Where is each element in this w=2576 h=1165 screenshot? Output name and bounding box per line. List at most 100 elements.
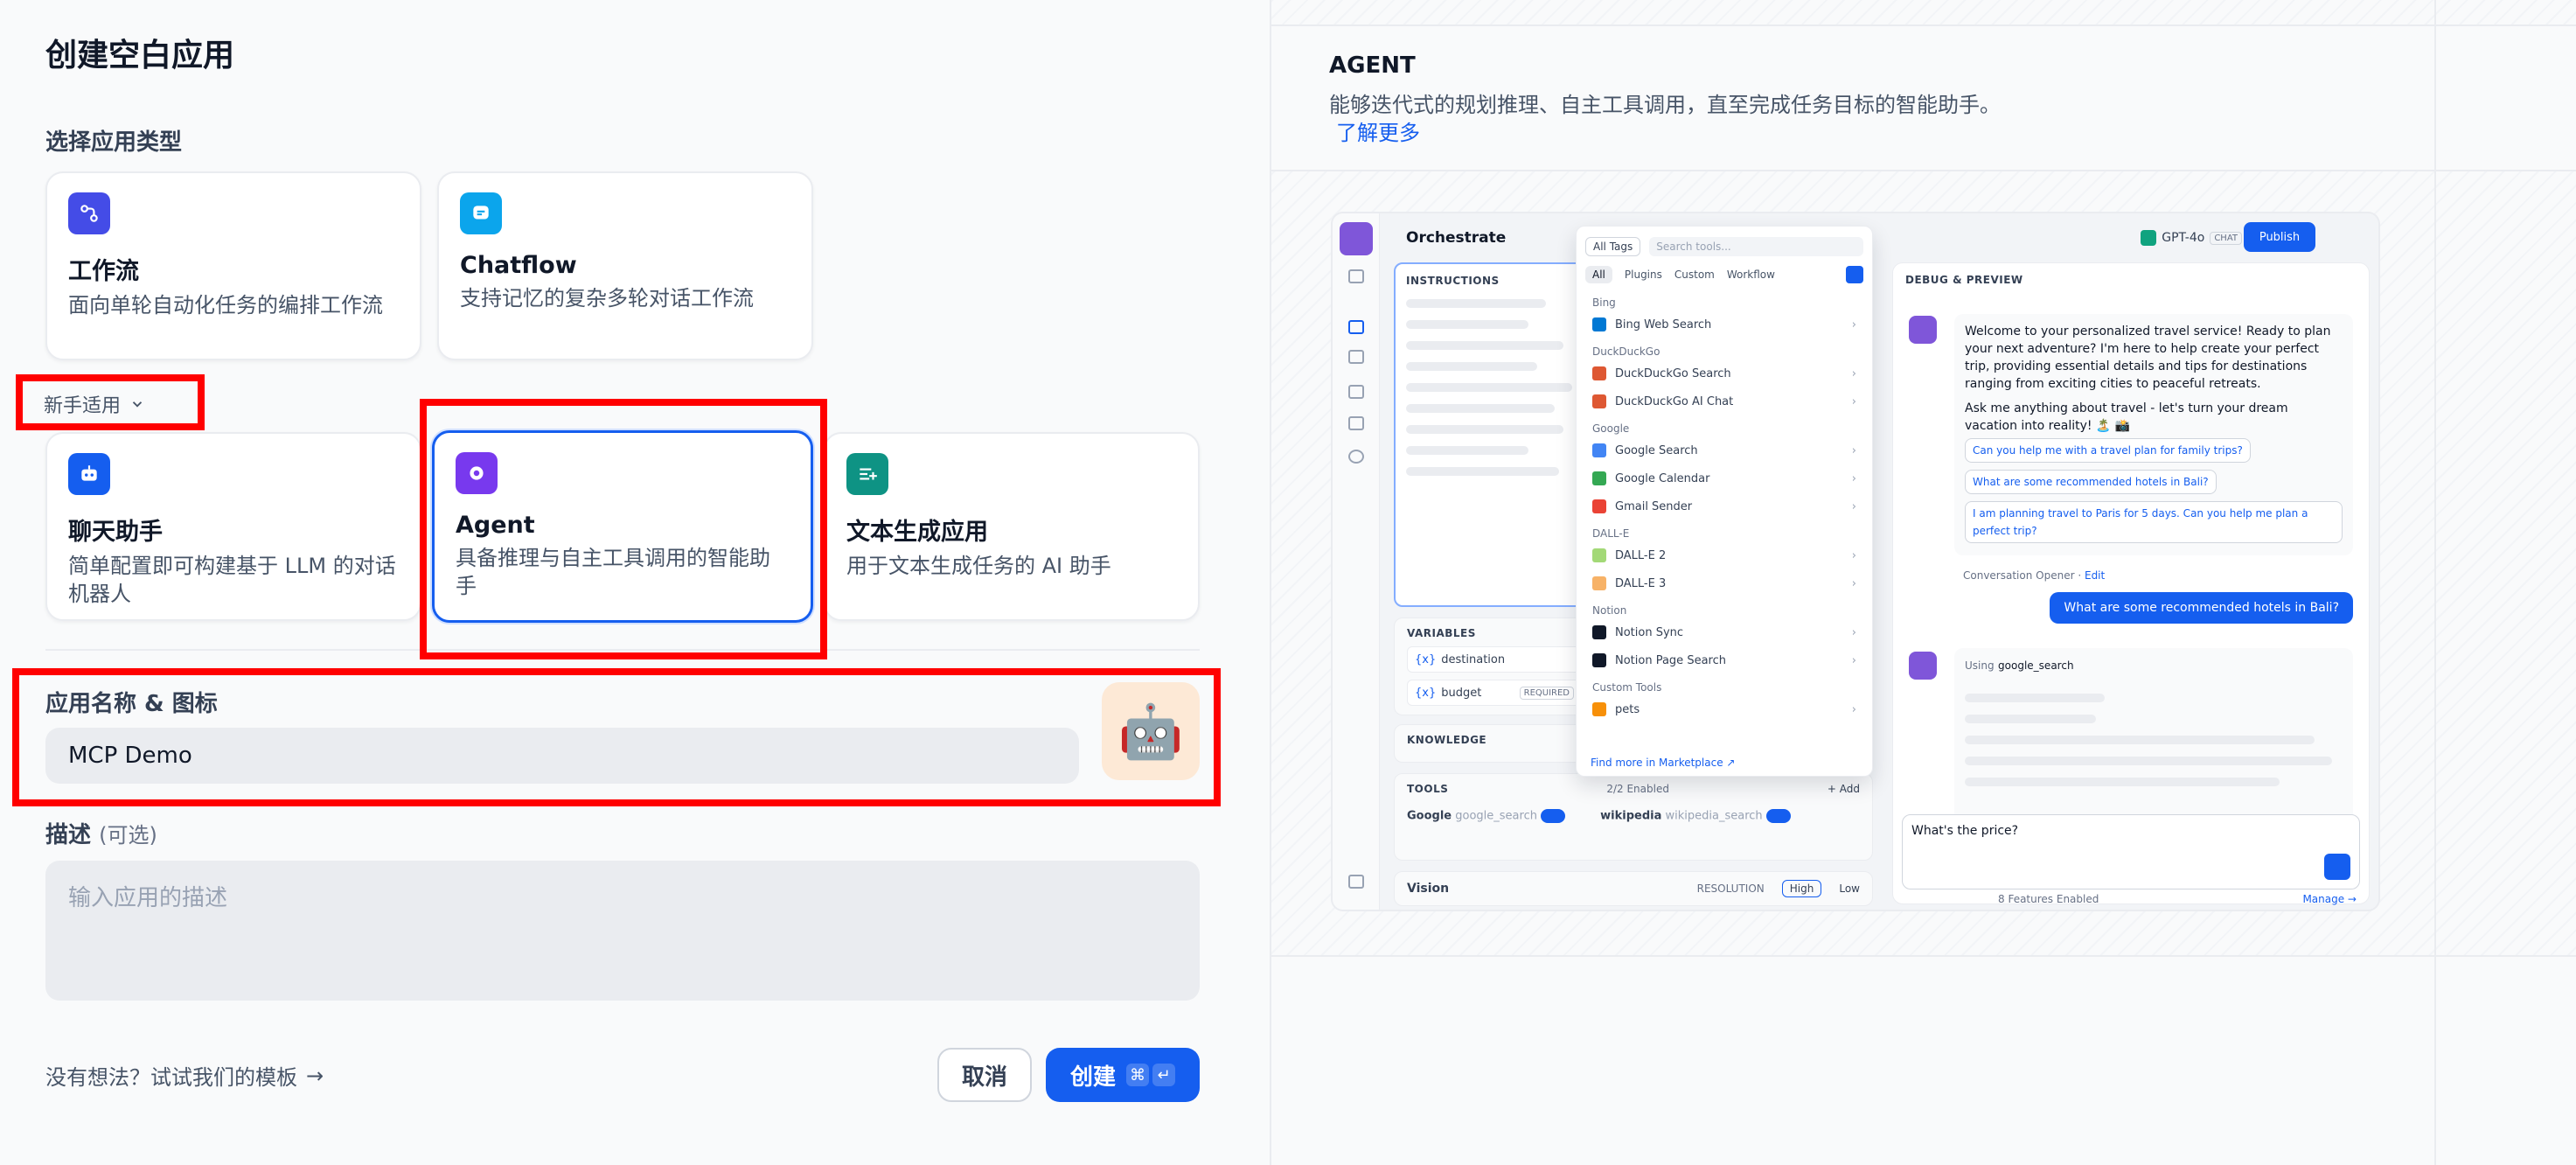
template-link[interactable]: 没有想法？试试我们的模板 →	[45, 1060, 324, 1091]
tool-item: Notion Sync ›	[1585, 618, 1863, 646]
app-type-card-text-generator[interactable]: 文本生成应用 用于文本生成任务的 AI 助手	[824, 432, 1200, 621]
chevron-right-icon: ›	[1851, 394, 1856, 408]
tool-logo-icon	[1592, 366, 1606, 380]
orchestrate-icon	[1348, 320, 1364, 334]
debug-preview-panel: DEBUG & PREVIEW Welcome to your personal…	[1892, 262, 2370, 905]
tool-id: wikipedia_search	[1665, 809, 1763, 823]
tags-filter: All Tags	[1585, 237, 1641, 256]
optional-hint: (可选)	[99, 823, 157, 848]
openai-icon	[2141, 230, 2157, 246]
tool-item: DuckDuckGo AI Chat ›	[1585, 387, 1863, 415]
tool-item: DuckDuckGo Search ›	[1585, 359, 1863, 387]
resolution-label: RESOLUTION	[1696, 882, 1765, 895]
tool-name: wikipedia	[1600, 809, 1662, 823]
tool-logo-icon	[1592, 394, 1606, 408]
cmd-key-icon: ⌘	[1126, 1064, 1149, 1086]
model-name: GPT-4o	[2162, 231, 2205, 245]
card-desc: 具备推理与自主工具调用的智能助手	[456, 546, 770, 598]
chevron-right-icon: ›	[1851, 625, 1856, 639]
low-option: Low	[1839, 882, 1860, 895]
page-title: 创建空白应用	[45, 38, 235, 73]
card-title: 工作流	[68, 258, 139, 285]
description-title: 描述	[45, 822, 92, 848]
tool-item-label: Notion Sync	[1615, 625, 1684, 639]
chevron-right-icon: ›	[1851, 443, 1856, 457]
bot-message: Welcome to your personalized travel serv…	[1954, 314, 2353, 555]
app-type-card-agent[interactable]: Agent 具备推理与自主工具调用的智能助手	[432, 430, 813, 623]
tool-logo-icon	[1592, 576, 1606, 590]
suggestion: Can you help me with a travel plan for f…	[1965, 438, 2251, 463]
tools-section: TOOLS 2/2 Enabled + Add Google google_se…	[1394, 773, 1873, 861]
agent-preview-screenshot: Orchestrate GPT-4o CHAT Publish INSTRUCT…	[1331, 212, 2380, 911]
card-desc: 简单配置即可构建基于 LLM 的对话机器人	[68, 554, 396, 606]
publish-button: Publish	[2244, 222, 2315, 252]
card-title: Chatflow	[460, 252, 577, 279]
tool-item: pets ›	[1585, 695, 1863, 723]
vision-section: Vision RESOLUTION High Low	[1394, 871, 1873, 906]
app-name-label: 应用名称 & 图标	[45, 691, 218, 717]
card-title: 文本生成应用	[846, 519, 988, 546]
tool-item-label: DALL-E 2	[1615, 548, 1667, 562]
tool-item-label: Gmail Sender	[1615, 499, 1693, 513]
terminal-icon	[1348, 350, 1364, 364]
tool-item: Bing Web Search ›	[1585, 310, 1863, 338]
robot-avatar-icon: 🤖	[1117, 701, 1184, 763]
chat-input: What's the price?	[1902, 814, 2360, 889]
app-type-card-chatflow[interactable]: Chatflow 支持记忆的复杂多轮对话工作流	[437, 171, 813, 360]
chevron-right-icon: ›	[1851, 471, 1856, 485]
tool-item: Gmail Sender ›	[1585, 492, 1863, 520]
description-label: 描述 (可选)	[45, 817, 157, 849]
tab-plugins: Plugins	[1624, 269, 1662, 281]
chevron-right-icon: ›	[1851, 548, 1856, 562]
agent-icon	[456, 452, 498, 494]
tool-item-label: DuckDuckGo AI Chat	[1615, 394, 1734, 408]
user-message: What are some recommended hotels in Bali…	[2050, 592, 2353, 624]
required-chip: REQUIRED	[1519, 686, 1574, 700]
chat-bot-icon	[68, 453, 110, 495]
tool-item-label: Google Search	[1615, 443, 1698, 457]
tool-id: google_search	[1455, 809, 1537, 823]
app-icon-picker[interactable]: 🤖	[1102, 682, 1200, 780]
tool-name: Google	[1407, 809, 1452, 823]
robot-logo-icon	[1340, 222, 1373, 255]
chatflow-icon	[460, 192, 502, 234]
bot-avatar-icon	[1909, 316, 1937, 344]
app-name-input[interactable]: MCP Demo	[45, 728, 1079, 784]
tool-item-label: DuckDuckGo Search	[1615, 366, 1731, 380]
tool-item: Notion Page Search ›	[1585, 646, 1863, 674]
chevron-down-icon	[132, 401, 143, 408]
using-label: Using	[1965, 659, 1995, 672]
marketplace-link: Find more in Marketplace ↗	[1591, 757, 1736, 769]
description-textarea[interactable]: 输入应用的描述	[45, 861, 1200, 1001]
card-title: 聊天助手	[68, 519, 163, 546]
opener-label: Conversation Opener	[1963, 569, 2075, 582]
learn-more-link[interactable]: 了解更多	[1336, 115, 1420, 146]
variable-row: {x} destination	[1407, 646, 1582, 673]
divider	[45, 649, 1200, 651]
tool-item: Google Search ›	[1585, 436, 1863, 464]
beginner-toggle[interactable]: 新手适用	[44, 390, 145, 418]
cancel-button[interactable]: 取消	[937, 1048, 1032, 1102]
create-label: 创建	[1069, 1064, 1116, 1091]
grid-line	[2434, 0, 2436, 1165]
app-type-card-chatbot[interactable]: 聊天助手 简单配置即可构建基于 LLM 的对话机器人	[45, 432, 421, 621]
suggestion: I am planning travel to Paris for 5 days…	[1965, 501, 2343, 543]
toggle-icon	[1765, 809, 1791, 823]
tool-group-label: DALL-E	[1592, 527, 1630, 540]
welcome-text: Welcome to your personalized travel serv…	[1965, 324, 2331, 391]
template-link-text: 没有想法？试试我们的模板	[45, 1065, 297, 1090]
create-button[interactable]: 创建 ⌘ ↵	[1046, 1048, 1200, 1102]
tool-item-label: Bing Web Search	[1615, 317, 1712, 331]
ask-text: Ask me anything about travel - let's tur…	[1965, 401, 2288, 433]
chevron-right-icon: ›	[1851, 499, 1856, 513]
opener-row: Conversation Opener · Edit	[1963, 569, 2106, 582]
enter-key-icon: ↵	[1152, 1064, 1175, 1086]
manage-link: Manage →	[2302, 893, 2357, 905]
agent-description: 能够迭代式的规划推理、自主工具调用，直至完成任务目标的智能助手。	[1329, 93, 2001, 117]
app-type-card-workflow[interactable]: 工作流 面向单轮自动化任务的编排工作流	[45, 171, 421, 360]
tab-custom: Custom	[1674, 269, 1715, 281]
arrow-right-icon: →	[306, 1063, 324, 1088]
variable-name: destination	[1441, 652, 1506, 666]
suggestion: What are some recommended hotels in Bali…	[1965, 470, 2217, 494]
tool-logo-icon	[1592, 499, 1606, 513]
